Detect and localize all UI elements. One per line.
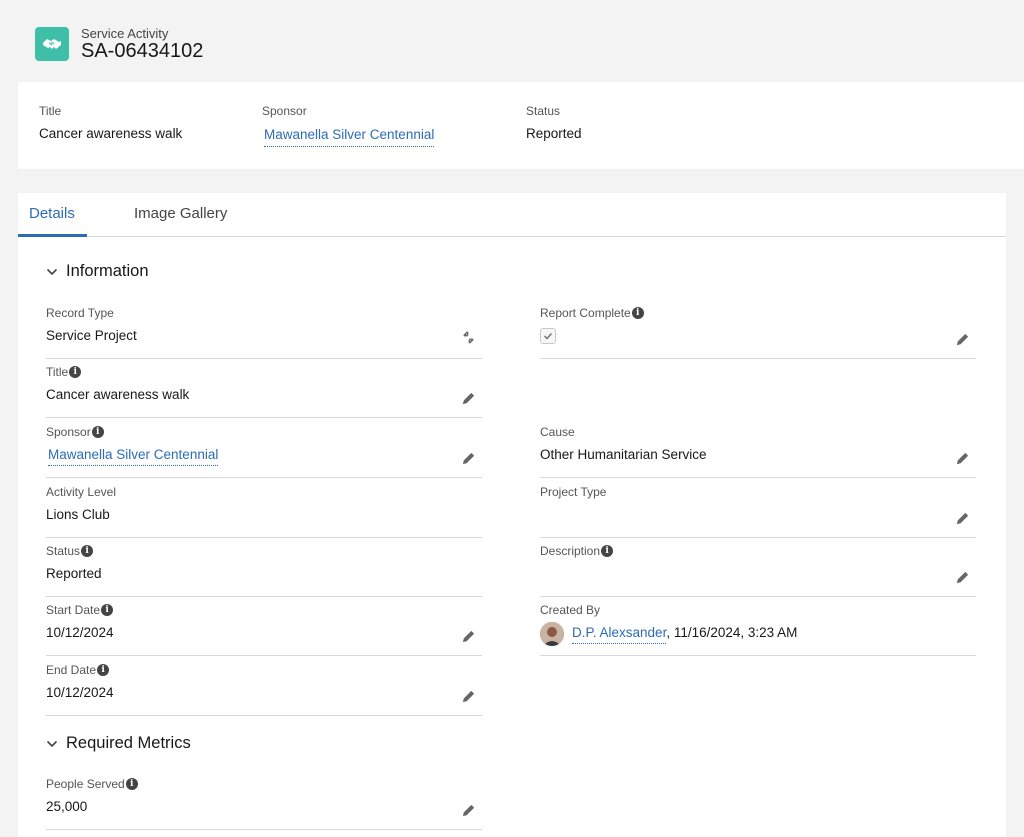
field-value: Reported: [46, 566, 102, 581]
change-record-type-icon[interactable]: [461, 330, 476, 345]
field-label: Sponsor: [46, 425, 91, 439]
field-label: Created By: [540, 603, 601, 617]
field-label: Start Date: [46, 603, 101, 617]
field-label: End Date: [46, 663, 97, 677]
highlight-title-value: Cancer awareness walk: [39, 126, 183, 141]
field-label: Description: [540, 544, 601, 558]
field-report-complete: Report Complete i: [540, 300, 976, 359]
highlight-status-label: Status: [526, 104, 561, 118]
object-type-label: Service Activity: [81, 26, 169, 41]
field-label: Cause: [540, 425, 575, 439]
info-icon[interactable]: i: [601, 545, 614, 557]
info-icon[interactable]: i: [69, 366, 82, 378]
field-label: Status: [46, 544, 81, 558]
report-complete-checkbox: [540, 328, 556, 344]
user-avatar-icon: [540, 622, 564, 646]
field-value: Service Project: [46, 328, 137, 343]
highlights-panel: Title Cancer awareness walk Sponsor Mawa…: [18, 82, 1024, 169]
highlight-title: Title Cancer awareness walk: [39, 104, 182, 141]
section-information-header[interactable]: Information: [46, 262, 149, 281]
field-project-type: Project Type: [540, 479, 976, 538]
info-icon[interactable]: i: [101, 604, 114, 616]
highlight-title-label: Title: [39, 104, 62, 118]
field-people-served: People Served i 25,000: [46, 771, 482, 830]
pencil-icon[interactable]: [461, 803, 476, 818]
field-label: Project Type: [540, 485, 607, 499]
created-by-timestamp: , 11/16/2024, 3:23 AM: [666, 625, 798, 640]
info-icon[interactable]: i: [97, 664, 110, 676]
highlight-sponsor-label: Sponsor: [262, 104, 307, 118]
field-end-date: End Date i 10/12/2024: [46, 657, 482, 716]
field-cause: Cause Other Humanitarian Service: [540, 419, 976, 478]
sponsor-link[interactable]: Mawanella Silver Centennial: [48, 447, 219, 466]
field-status: Status i Reported: [46, 538, 482, 597]
field-value: 10/12/2024: [46, 685, 114, 700]
field-value: 25,000: [46, 799, 88, 814]
tab-details[interactable]: Details: [18, 205, 87, 237]
highlight-sponsor-link[interactable]: Mawanella Silver Centennial: [264, 127, 435, 147]
checkmark-icon: [543, 332, 553, 340]
tab-bar: Details Image Gallery: [18, 193, 1006, 237]
info-icon[interactable]: i: [631, 307, 644, 319]
highlight-status-value: Reported: [526, 126, 582, 141]
field-record-type: Record Type Service Project: [46, 300, 482, 359]
record-name: SA-06434102: [81, 40, 204, 62]
chevron-down-icon: [46, 268, 58, 275]
field-label: Activity Level: [46, 485, 117, 499]
info-icon[interactable]: i: [125, 778, 138, 790]
pencil-icon[interactable]: [955, 451, 970, 466]
field-start-date: Start Date i 10/12/2024: [46, 597, 482, 656]
record-header: Service Activity SA-06434102: [0, 0, 1024, 82]
field-value: 10/12/2024: [46, 625, 114, 640]
pencil-icon[interactable]: [461, 689, 476, 704]
section-required-metrics-header[interactable]: Required Metrics: [46, 734, 191, 753]
section-required-metrics-title: Required Metrics: [66, 734, 191, 752]
created-by-user-link[interactable]: D.P. Alexsander: [572, 625, 667, 644]
pencil-icon[interactable]: [461, 391, 476, 406]
highlight-sponsor: Sponsor Mawanella Silver Centennial: [262, 104, 435, 147]
field-label: Record Type: [46, 306, 114, 320]
avatar[interactable]: [540, 622, 564, 646]
chevron-down-icon: [46, 740, 58, 747]
field-activity-level: Activity Level Lions Club: [46, 479, 482, 538]
pencil-icon[interactable]: [461, 629, 476, 644]
tab-image-gallery[interactable]: Image Gallery: [134, 205, 227, 234]
field-description: Description i: [540, 538, 976, 597]
field-value: Cancer awareness walk: [46, 387, 190, 402]
info-icon[interactable]: i: [91, 426, 104, 438]
highlight-status: Status Reported: [526, 104, 582, 141]
pencil-icon[interactable]: [955, 332, 970, 347]
field-created-by: Created By D.P. Alexsander, 11/16/2024, …: [540, 597, 976, 656]
handshake-icon: [35, 27, 69, 61]
field-title: Title i Cancer awareness walk: [46, 359, 482, 418]
details-card: Details Image Gallery Information Record…: [18, 193, 1006, 837]
field-label: People Served: [46, 777, 125, 791]
section-information-title: Information: [66, 262, 149, 280]
info-icon[interactable]: i: [81, 545, 94, 557]
field-label: Title: [46, 365, 69, 379]
field-sponsor: Sponsor i Mawanella Silver Centennial: [46, 419, 482, 478]
pencil-icon[interactable]: [955, 570, 970, 585]
field-value: Other Humanitarian Service: [540, 447, 707, 462]
pencil-icon[interactable]: [955, 511, 970, 526]
pencil-icon[interactable]: [461, 451, 476, 466]
field-value: Lions Club: [46, 507, 110, 522]
field-label: Report Complete: [540, 306, 631, 320]
